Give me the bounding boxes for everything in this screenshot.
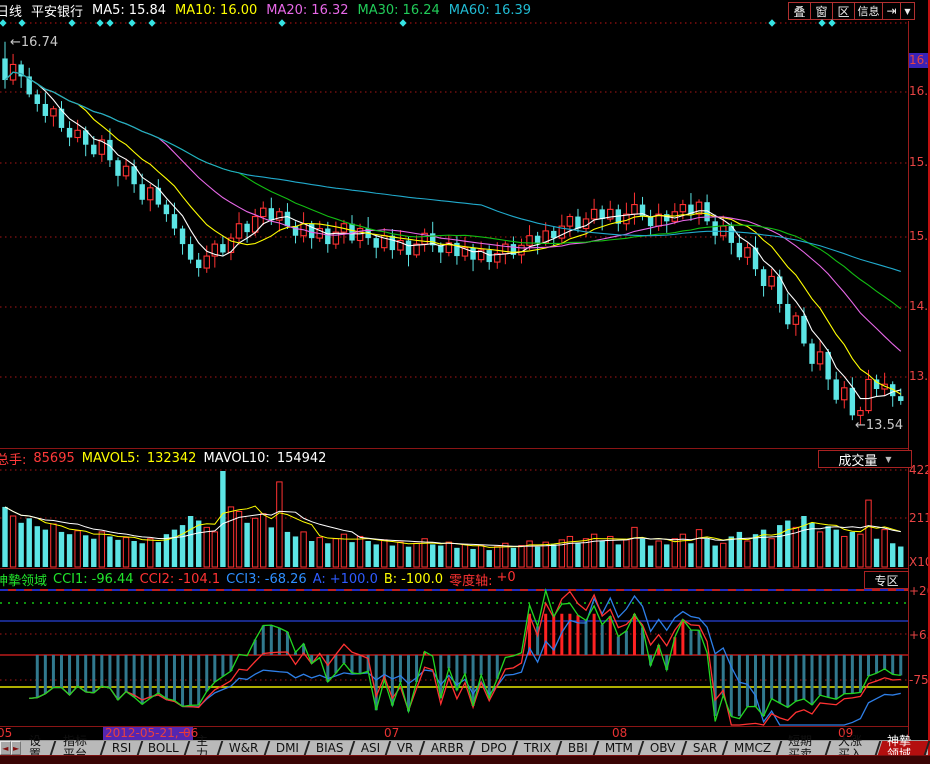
cci-label: CCI1: <box>53 572 88 587</box>
selector-label: 成交量 <box>838 450 877 469</box>
cci-label: 零度轴: <box>449 570 492 589</box>
cci-values: CCI1: -96.44 CCI2:-104.1 CCI3: -68.26 A: +100.… <box>53 570 516 589</box>
tab-设置[interactable]: 设置 <box>20 741 57 755</box>
cci-item-4: B: -100.0 <box>384 572 443 587</box>
x-axis-label: 05 <box>0 727 12 740</box>
cci-value: -68.26 <box>265 572 307 587</box>
cci-axis-label: +63 <box>909 628 928 643</box>
cci-label: A: <box>313 572 326 587</box>
price-axis-label: 16. <box>909 84 928 99</box>
tab-BOLL[interactable]: BOLL <box>139 741 190 755</box>
tab-MMCZ[interactable]: MMCZ <box>725 741 783 755</box>
cci-value: -100.0 <box>401 572 443 587</box>
tab-label: DMI <box>276 742 299 755</box>
indicator-name: 神摯领域 <box>0 570 47 589</box>
zone-button-label: 专区 <box>874 572 898 589</box>
mavol5-value: 132342 <box>147 451 197 466</box>
cci-value: -96.44 <box>92 572 134 587</box>
tab-VR[interactable]: VR <box>388 741 425 755</box>
tab-DMI[interactable]: DMI <box>267 741 311 755</box>
price-axis-label: 16. <box>909 53 928 68</box>
tab-label: RSI <box>112 742 132 755</box>
tab-label: BIAS <box>316 742 344 755</box>
cci-value: +0 <box>496 570 515 589</box>
mavol10-value: 154942 <box>277 451 327 466</box>
zongshou-value: 85695 <box>33 451 74 466</box>
x-axis: 052012-05-21,一06070809 <box>0 727 908 740</box>
cci-label: CCI2: <box>140 572 175 587</box>
zongshou-label: 总手: <box>0 449 26 468</box>
volume-axis-label: X10 <box>909 555 928 570</box>
tab-label: OBV <box>650 742 676 755</box>
high-price-annotation: ←16.74 <box>10 35 58 50</box>
tab-W&R[interactable]: W&R <box>220 741 270 755</box>
chart-canvas[interactable] <box>0 0 930 764</box>
chevron-down-icon: ▼ <box>885 455 891 464</box>
mavol10-label: MAVOL10: <box>203 451 269 466</box>
tab-label: BOLL <box>148 742 179 755</box>
cci-item-5: 零度轴:+0 <box>449 570 516 589</box>
cci-item-3: A: +100.0 <box>313 572 378 587</box>
tab-DPO[interactable]: DPO <box>471 741 517 755</box>
tab-主力[interactable]: 主力 <box>187 741 224 755</box>
tab-label: ASI <box>361 742 380 755</box>
tab-SAR[interactable]: SAR <box>683 741 728 755</box>
cci-value: +100.0 <box>330 572 378 587</box>
bottom-strip <box>0 755 930 764</box>
tab-label: BBI <box>568 742 588 755</box>
tab-OBV[interactable]: OBV <box>641 741 687 755</box>
mavol5-label: MAVOL5: <box>82 451 140 466</box>
x-axis-label: 08 <box>612 727 627 740</box>
tab-ASI[interactable]: ASI <box>351 741 391 755</box>
stock-app-window: 日线 平安银行 MA5:15.84MA10:16.00MA20:16.32MA3… <box>0 0 930 764</box>
tab-短期买卖[interactable]: 短期买卖 <box>779 741 832 755</box>
cci-header: 神摯领域 CCI1: -96.44 CCI2:-104.1 CCI3: -68.26 A:… <box>0 571 860 588</box>
cci-label: CCI3: <box>226 572 261 587</box>
indicator-tabbar: ◄►设置指标平台RSIBOLL主力W&RDMIBIASASIVRARBRDPOT… <box>0 741 928 755</box>
price-axis-label: 14. <box>909 299 928 314</box>
low-price-annotation: ←13.54 <box>855 418 903 433</box>
tab-神摯领域[interactable]: 神摯领域 <box>878 741 930 755</box>
cci-item-1: CCI2:-104.1 <box>140 572 221 587</box>
tab-label: W&R <box>229 742 259 755</box>
cci-item-0: CCI1: -96.44 <box>53 572 134 587</box>
tab-ARBR[interactable]: ARBR <box>421 741 475 755</box>
tab-大涨买入[interactable]: 大涨买入 <box>828 741 881 755</box>
tab-RSI[interactable]: RSI <box>103 741 143 755</box>
tab-label: DPO <box>481 742 507 755</box>
tab-TRIX[interactable]: TRIX <box>514 741 562 755</box>
tab-指标平台[interactable]: 指标平台 <box>53 741 106 755</box>
tab-BBI[interactable]: BBI <box>559 741 600 755</box>
tab-label: VR <box>397 742 414 755</box>
x-axis-label: 2012-05-21,一 <box>103 727 193 740</box>
tab-label: ARBR <box>431 742 464 755</box>
price-axis-label: 13. <box>909 369 928 384</box>
volume-axis-label: 211 <box>909 511 928 526</box>
tab-label: TRIX <box>524 742 551 755</box>
tab-scroll-left[interactable]: ◄ <box>0 741 11 755</box>
tab-label: MTM <box>605 742 633 755</box>
tab-BIAS[interactable]: BIAS <box>307 741 355 755</box>
tab-label: MMCZ <box>734 742 771 755</box>
cci-value: -104.1 <box>178 572 220 587</box>
tab-label: SAR <box>693 742 717 755</box>
x-axis-label: 07 <box>384 727 399 740</box>
cci-item-2: CCI3: -68.26 <box>226 572 307 587</box>
volume-header: 总手: 85695 MAVOL5: 132342 MAVOL10: 154942 <box>0 450 800 467</box>
zone-button[interactable]: 专区 <box>864 571 909 589</box>
price-axis-label: 15. <box>909 229 928 244</box>
cci-label: B: <box>384 572 397 587</box>
price-axis-label: 15. <box>909 155 928 170</box>
cci-axis-label: -75 <box>909 673 928 688</box>
cci-axis-label: +20 <box>909 584 928 599</box>
tab-MTM[interactable]: MTM <box>596 741 645 755</box>
volume-indicator-selector[interactable]: 成交量 ▼ <box>818 450 912 468</box>
